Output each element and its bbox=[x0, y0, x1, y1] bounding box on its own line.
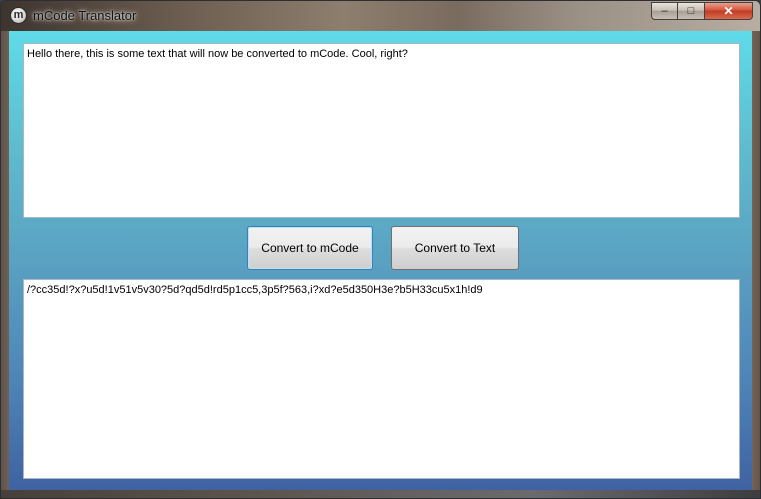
input-text-box[interactable]: Hello there, this is some text that will… bbox=[23, 43, 740, 218]
minimize-button[interactable]: – bbox=[651, 2, 678, 20]
close-button[interactable]: ✕ bbox=[705, 2, 753, 20]
maximize-button[interactable]: □ bbox=[678, 2, 705, 20]
convert-to-text-button[interactable]: Convert to Text bbox=[391, 226, 519, 270]
caption-buttons: – □ ✕ bbox=[651, 2, 753, 22]
app-icon: m bbox=[10, 7, 27, 24]
minimize-icon: – bbox=[661, 5, 668, 17]
title-bar[interactable]: m mCode Translator – □ ✕ bbox=[1, 1, 760, 31]
maximize-icon: □ bbox=[687, 5, 695, 17]
app-window: m mCode Translator – □ ✕ Hello there, th… bbox=[0, 0, 761, 499]
window-title: mCode Translator bbox=[33, 8, 137, 23]
window-bottom-frame bbox=[1, 490, 760, 498]
client-area: Hello there, this is some text that will… bbox=[9, 31, 752, 490]
convert-to-mcode-button[interactable]: Convert to mCode bbox=[247, 226, 373, 270]
output-text-box[interactable]: /?cc35d!?x?u5d!1v51v5v30?5d?qd5d!rd5p1cc… bbox=[23, 279, 740, 479]
close-icon: ✕ bbox=[723, 4, 734, 18]
